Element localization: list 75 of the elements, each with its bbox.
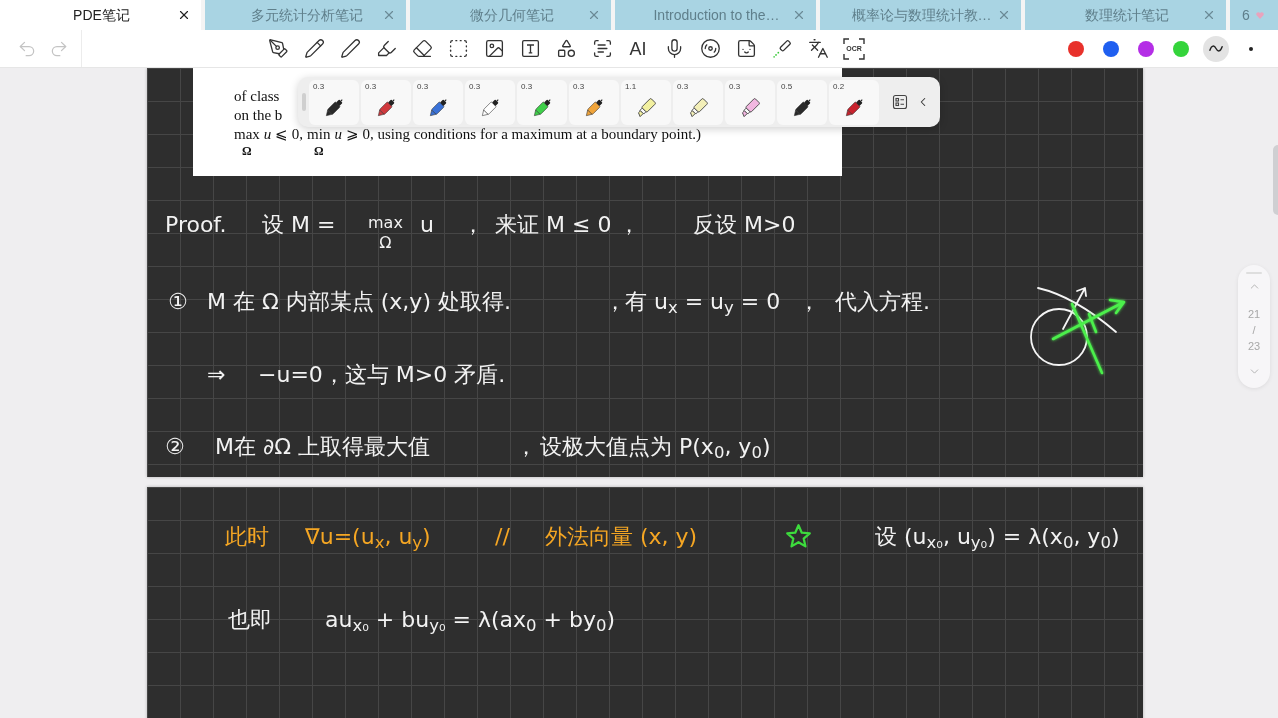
handwritten-text: 有 u$_{x}$ = u$_{y}$ = 0 — [625, 288, 781, 317]
pen-preset[interactable]: 0.5 — [777, 79, 827, 125]
wave-stroke-icon[interactable] — [1202, 35, 1229, 62]
scrollbar-thumb[interactable] — [1273, 145, 1278, 215]
color-swatch-icon[interactable] — [1067, 40, 1084, 57]
excerpt-text: max — [234, 125, 260, 144]
handwritten-text: ② — [165, 433, 185, 461]
handwritten-text: // — [495, 523, 510, 551]
page-separator: / — [1252, 323, 1256, 337]
pen-preset[interactable]: 0.3 — [413, 79, 463, 125]
pencil-icon[interactable] — [303, 38, 325, 59]
ai-button[interactable]: AI — [629, 39, 647, 58]
tab[interactable]: PDE笔记 — [0, 0, 201, 30]
pen-preset[interactable]: 0.3 — [725, 79, 775, 125]
excerpt-text: on the b — [234, 106, 283, 125]
excerpt-text: u ⩽ 0, — [263, 125, 304, 144]
handwritten-text: −u=0，这与 M>0 矛盾. — [258, 361, 506, 389]
handwritten-text: M在 ∂Ω 上取得最大值 — [215, 433, 431, 461]
total-pages: 23 — [1247, 339, 1261, 353]
handwritten-text: 也即 — [228, 606, 272, 634]
image-icon[interactable] — [483, 38, 505, 59]
handwritten-text: 设 M = — [262, 211, 336, 239]
handwritten-text: ∇u=(u$_{x}$, u$_{y}$) — [305, 523, 431, 552]
handwritten-text: Proof. — [165, 211, 227, 239]
pen-preset[interactable]: 1.1 — [621, 79, 671, 125]
heart-icon — [1255, 11, 1264, 19]
text-box-icon[interactable] — [519, 38, 541, 59]
eraser-icon[interactable] — [411, 38, 433, 59]
pen-preset[interactable]: 0.3 — [569, 79, 619, 125]
list-icon[interactable] — [892, 94, 908, 110]
handwritten-text: au$_{x₀}$ + bu$_{y₀}$ = λ(ax$_{0}$ + by$_{0}$) — [325, 606, 616, 635]
excerpt-text: min — [307, 125, 331, 144]
handwritten-text: max — [368, 213, 403, 232]
translate-icon[interactable] — [807, 38, 829, 59]
handwritten-text: ， — [604, 288, 626, 316]
pen-preset[interactable]: 0.3 — [673, 79, 723, 125]
excerpt-text: Ω — [242, 144, 252, 159]
highlighter-icon[interactable] — [375, 38, 397, 59]
pen-icon[interactable] — [339, 38, 361, 59]
laser-pointer-icon[interactable] — [771, 38, 793, 59]
color-swatch-icon[interactable] — [1102, 40, 1119, 57]
excerpt-text: u ⩾ 0, using conditions for a maximum at a boundary point.) — [334, 125, 702, 144]
scan-frame-icon — [843, 37, 865, 60]
sticker-icon[interactable] — [735, 38, 757, 59]
pen-preset[interactable]: 0.3 — [465, 79, 515, 125]
handwritten-text: ， — [462, 211, 484, 239]
handwritten-text: M 在 Ω 内部某点 (x,y) 处取得. — [207, 288, 511, 316]
color-swatch-icon[interactable] — [1172, 40, 1189, 57]
handwritten-text: 反设 M>0 — [693, 211, 796, 239]
handwritten-text: 此时 — [225, 523, 269, 551]
pen-preset[interactable]: 0.2 — [829, 79, 879, 125]
handwritten-text: 设 (u$_{x₀}$, u$_{y₀}$) = λ(x$_{0}$, y$_{0}$) — [875, 523, 1120, 552]
lasso-select-icon[interactable] — [447, 38, 469, 59]
color-swatch-icon[interactable] — [1137, 40, 1154, 57]
handwritten-text: 代入方程. — [835, 288, 930, 316]
excerpt-text: of class — [234, 87, 280, 106]
handwritten-text: ⇒ — [207, 361, 226, 389]
handwritten-text: 设极大值点为 P(x$_{0}$, y$_{0}$) — [540, 433, 771, 462]
text-scan-icon[interactable] — [591, 38, 613, 59]
handwritten-text: u — [420, 211, 434, 239]
handwritten-text: 外法向量 (x, y) — [545, 523, 698, 551]
handwritten-text: ， — [515, 433, 537, 461]
excerpt-text: Ω — [313, 144, 324, 159]
current-page-number: 21 — [1247, 307, 1261, 321]
disc-icon[interactable] — [699, 38, 721, 59]
handwritten-text: 来证 M ≤ 0 ， — [495, 211, 641, 239]
handwritten-text: ， — [798, 288, 820, 316]
fountain-pen-icon[interactable] — [267, 38, 289, 59]
pen-preset[interactable]: 0.3 — [309, 79, 359, 125]
handwritten-text: Ω — [379, 232, 392, 253]
handwritten-text: ① — [168, 288, 188, 316]
pen-preset[interactable]: 0.3 — [517, 79, 567, 125]
pen-preset[interactable]: 0.3 — [361, 79, 411, 125]
close-icon[interactable] — [177, 8, 191, 22]
shapes-icon[interactable] — [555, 38, 577, 59]
